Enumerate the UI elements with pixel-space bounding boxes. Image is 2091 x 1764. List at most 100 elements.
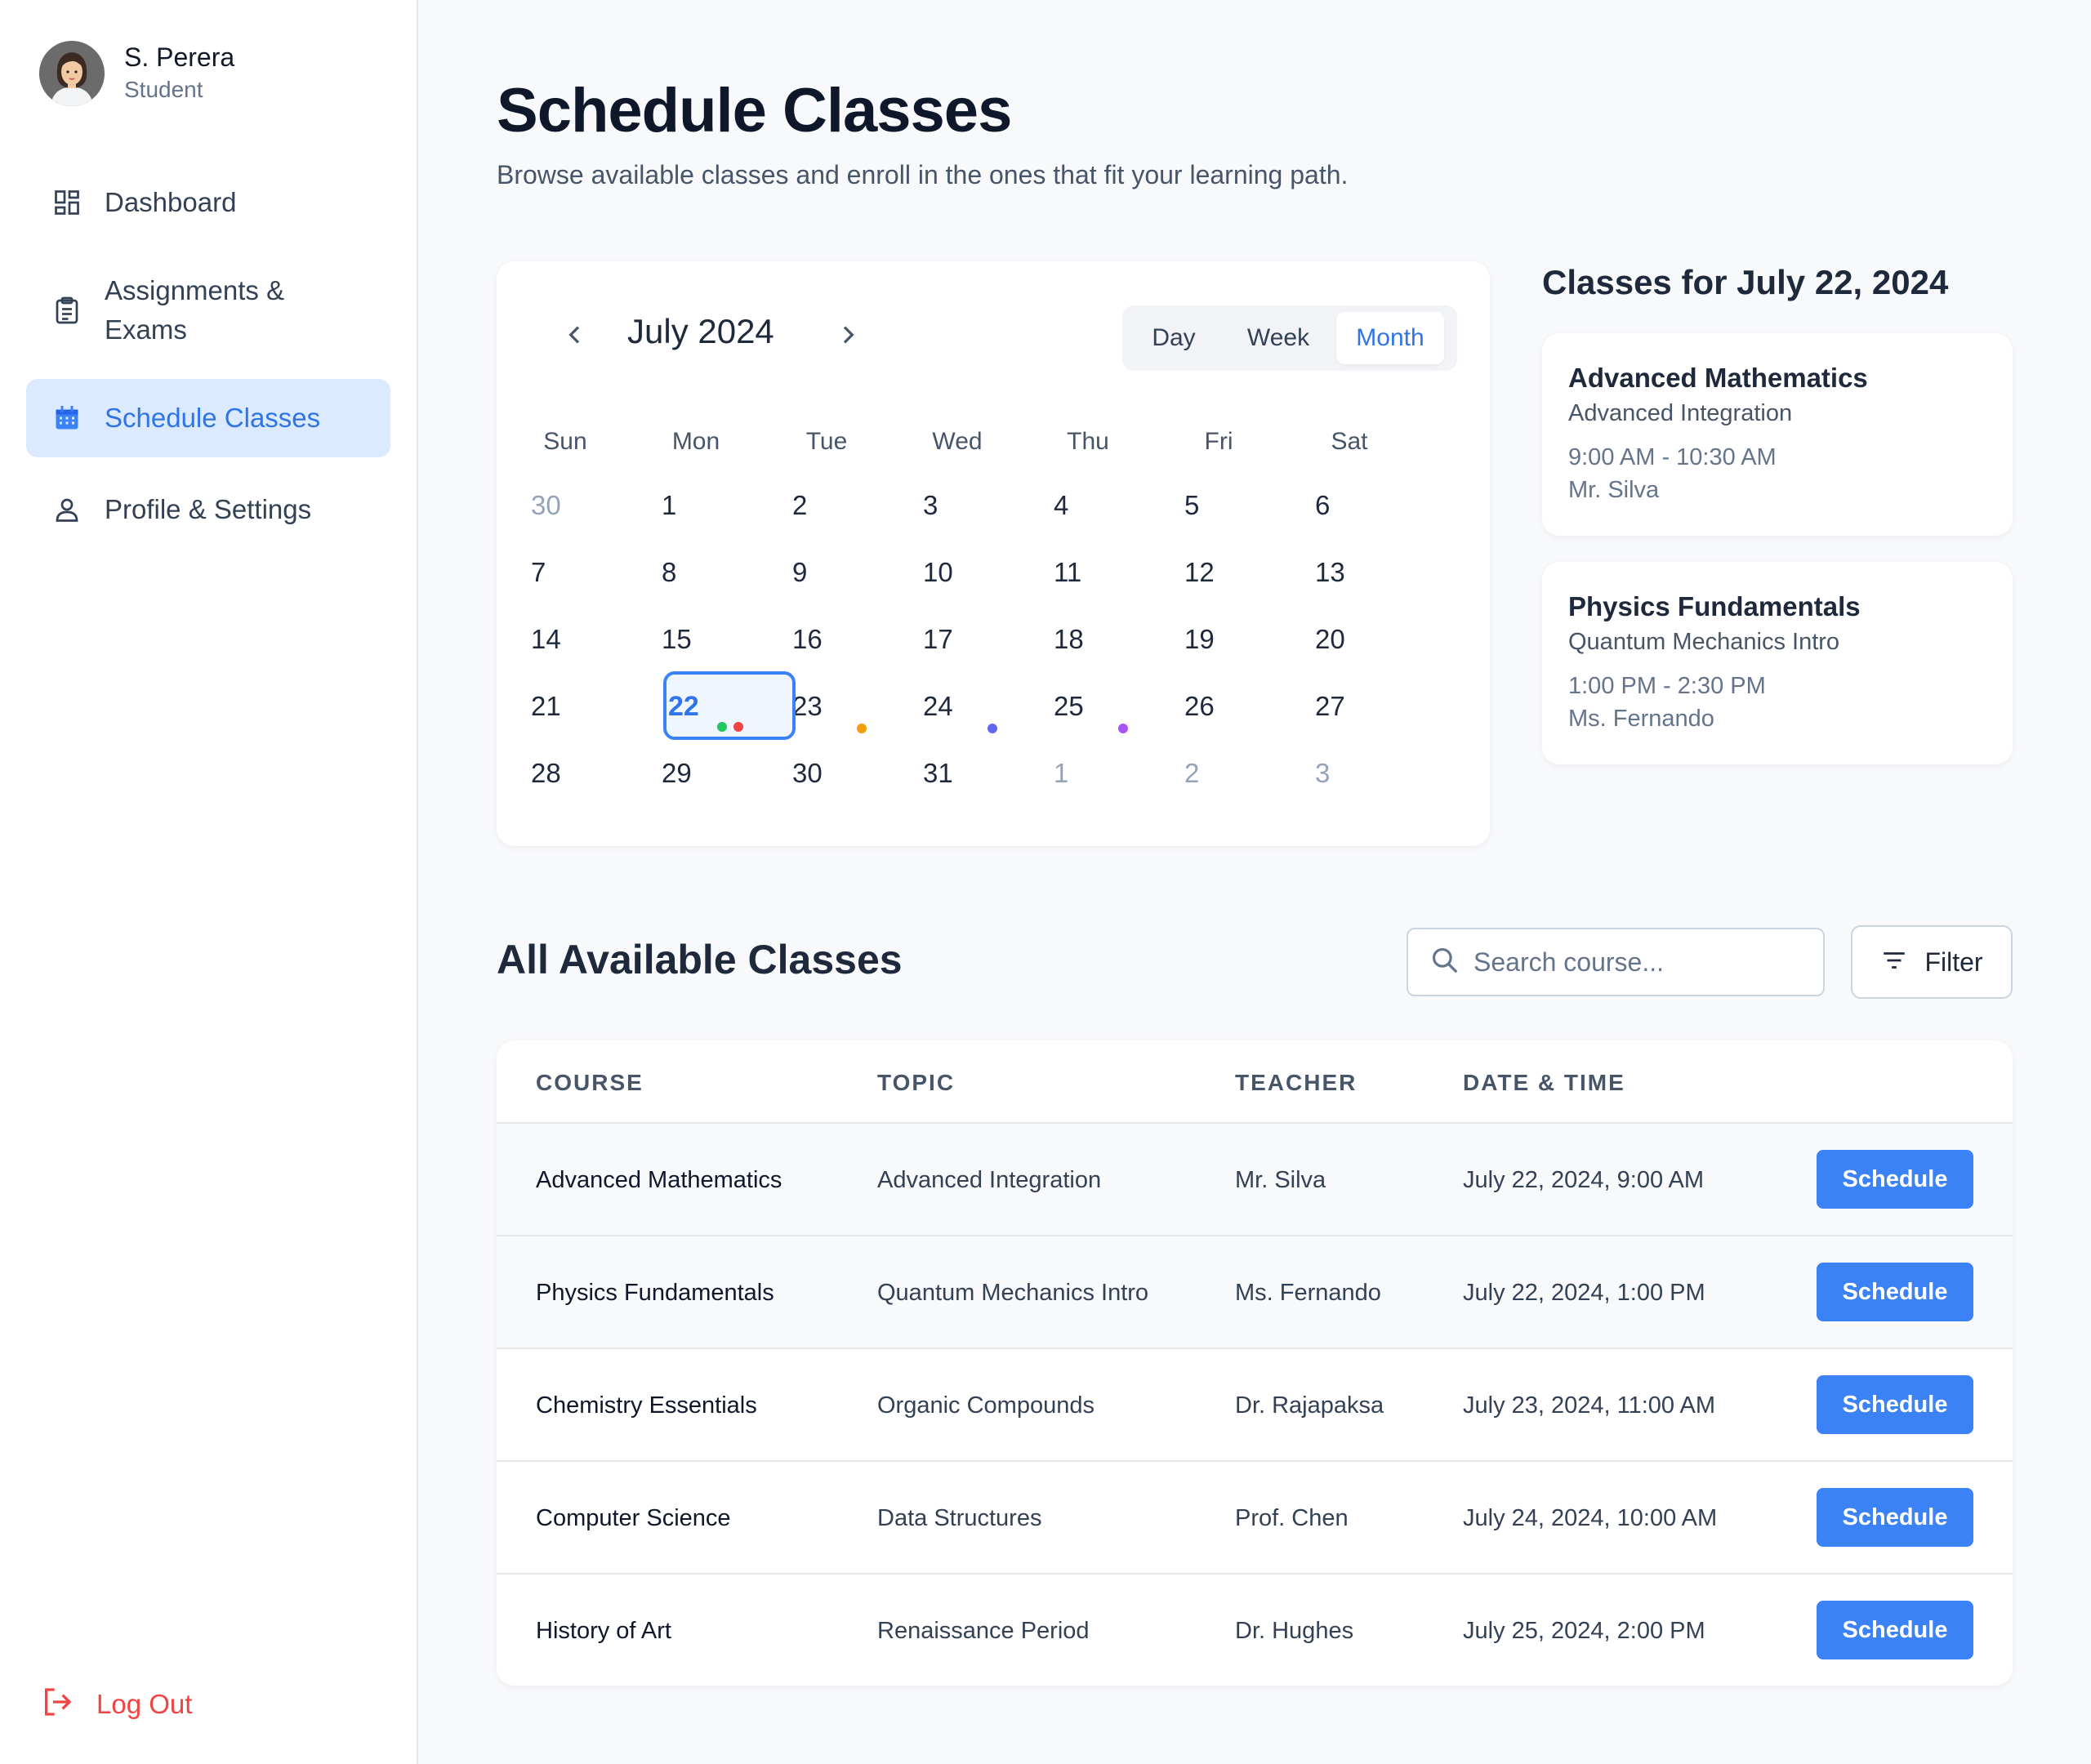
class-card-course: Advanced Mathematics (1568, 363, 1868, 393)
filter-button[interactable]: Filter (1851, 925, 2013, 999)
sidebar-item-dashboard[interactable]: Dashboard (26, 183, 390, 222)
schedule-button[interactable]: Schedule (1817, 1150, 1973, 1209)
table-row: Advanced Mathematics Advanced Integration… (497, 1122, 2013, 1235)
class-card-time: 9:00 AM - 10:30 AM (1568, 444, 1777, 470)
calendar-day[interactable]: 13 (1315, 557, 1345, 588)
calendar-day[interactable]: 20 (1315, 624, 1345, 655)
view-switcher: Day Week Month (1122, 305, 1457, 371)
event-dot (988, 724, 997, 733)
chevron-left-icon (568, 326, 580, 344)
table-row: History of Art Renaissance Period Dr. Hugh… (497, 1573, 2013, 1686)
calendar-day[interactable]: 31 (923, 758, 953, 789)
avatar (39, 41, 105, 106)
calendar-day[interactable]: 8 (662, 557, 676, 588)
calendar-month-label: July 2024 (627, 312, 774, 350)
cell-course: Physics Fundamentals (536, 1280, 774, 1306)
calendar-day[interactable]: 4 (1054, 490, 1068, 521)
cell-course: Advanced Mathematics (536, 1167, 782, 1193)
view-month-button[interactable]: Month (1336, 312, 1444, 364)
weekday-label: Mon (671, 428, 720, 455)
calendar-day[interactable]: 3 (923, 490, 938, 521)
calendar-day[interactable]: 17 (923, 624, 953, 655)
calendar-day[interactable]: 21 (531, 691, 561, 722)
cell-teacher: Mr. Silva (1235, 1167, 1326, 1193)
cell-topic: Quantum Mechanics Intro (877, 1280, 1149, 1306)
class-card[interactable]: Physics Fundamentals Quantum Mechanics I… (1542, 562, 2013, 764)
sidebar: S. Perera Student Dashboard Assignments … (0, 0, 418, 1764)
view-week-button[interactable]: Week (1225, 312, 1331, 364)
cell-teacher: Ms. Fernando (1235, 1280, 1381, 1306)
event-dot (857, 724, 867, 733)
calendar-day[interactable]: 2 (1184, 758, 1199, 789)
calendar-day-selected[interactable]: 22 (663, 671, 796, 740)
column-header: TOPIC (877, 1070, 956, 1095)
prev-month-button[interactable] (551, 310, 600, 359)
calendar-day[interactable]: 6 (1315, 490, 1330, 521)
calendar-day[interactable]: 9 (792, 557, 807, 588)
all-classes-title: All Available Classes (497, 937, 903, 982)
sidebar-item-profile-settings[interactable]: Profile & Settings (26, 490, 390, 529)
calendar-icon (52, 403, 82, 433)
calendar-day[interactable]: 16 (792, 624, 823, 655)
calendar-day[interactable]: 27 (1315, 691, 1345, 722)
search-icon (1429, 945, 1460, 980)
calendar-day[interactable]: 30 (531, 490, 561, 521)
user-role: Student (124, 77, 203, 102)
calendar-day[interactable]: 18 (1054, 624, 1084, 655)
filter-icon (1880, 947, 1908, 978)
calendar-day[interactable]: 19 (1184, 624, 1215, 655)
cell-course: History of Art (536, 1618, 671, 1644)
cell-datetime: July 23, 2024, 11:00 AM (1463, 1392, 1716, 1419)
sidebar-item-label: Profile & Settings (105, 494, 312, 524)
calendar-day[interactable]: 24 (923, 691, 953, 722)
calendar-day[interactable]: 5 (1184, 490, 1199, 521)
table-row: Physics Fundamentals Quantum Mechanics In… (497, 1235, 2013, 1348)
cell-teacher: Prof. Chen (1235, 1505, 1349, 1531)
weekday-label: Wed (932, 428, 983, 455)
calendar-day[interactable]: 11 (1054, 557, 1081, 588)
search-input[interactable] (1474, 947, 1800, 978)
calendar-day[interactable]: 1 (1054, 758, 1068, 789)
schedule-button[interactable]: Schedule (1817, 1375, 1973, 1434)
calendar-day[interactable]: 2 (792, 490, 807, 521)
sidebar-item-label: Dashboard (105, 187, 237, 217)
view-day-button[interactable]: Day (1129, 312, 1219, 364)
calendar-day[interactable]: 30 (792, 758, 823, 789)
calendar-day[interactable]: 1 (662, 490, 676, 521)
calendar-day[interactable]: 25 (1054, 691, 1084, 722)
calendar-day[interactable]: 7 (531, 557, 546, 588)
user-profile[interactable]: S. Perera Student (39, 41, 234, 106)
selected-day-number: 22 (668, 691, 699, 722)
class-card-teacher: Ms. Fernando (1568, 706, 1714, 732)
search-box (1407, 928, 1825, 996)
column-header: TEACHER (1235, 1070, 1358, 1095)
calendar-day[interactable]: 28 (531, 758, 561, 789)
chevron-right-icon (843, 326, 854, 344)
logout-button[interactable]: Log Out (41, 1686, 192, 1722)
logout-icon (41, 1686, 74, 1722)
cell-datetime: July 25, 2024, 2:00 PM (1463, 1618, 1705, 1644)
calendar-day[interactable]: 23 (792, 691, 823, 722)
weekday-label: Fri (1204, 428, 1233, 455)
schedule-button[interactable]: Schedule (1817, 1601, 1973, 1659)
calendar-day[interactable]: 12 (1184, 557, 1215, 588)
calendar-day[interactable]: 10 (923, 557, 953, 588)
user-icon (52, 495, 82, 524)
calendar-day[interactable]: 26 (1184, 691, 1215, 722)
calendar-day[interactable]: 3 (1315, 758, 1330, 789)
next-month-button[interactable] (823, 310, 872, 359)
class-card[interactable]: Advanced Mathematics Advanced Integratio… (1542, 333, 2013, 536)
schedule-button[interactable]: Schedule (1817, 1488, 1973, 1547)
schedule-button[interactable]: Schedule (1817, 1263, 1973, 1321)
calendar-day[interactable]: 14 (531, 624, 561, 655)
cell-datetime: July 22, 2024, 9:00 AM (1463, 1167, 1705, 1193)
cell-topic: Renaissance Period (877, 1618, 1090, 1644)
cell-teacher: Dr. Rajapaksa (1235, 1392, 1384, 1419)
weekday-label: Tue (805, 428, 848, 455)
sidebar-item-label: Assignments & Exams (105, 275, 285, 345)
calendar-day[interactable]: 15 (662, 624, 692, 655)
sidebar-item-assignments[interactable]: Assignments & Exams (26, 271, 390, 350)
cell-datetime: July 22, 2024, 1:00 PM (1463, 1280, 1705, 1306)
calendar-day[interactable]: 29 (662, 758, 692, 789)
sidebar-item-schedule-classes[interactable]: Schedule Classes (26, 379, 390, 457)
